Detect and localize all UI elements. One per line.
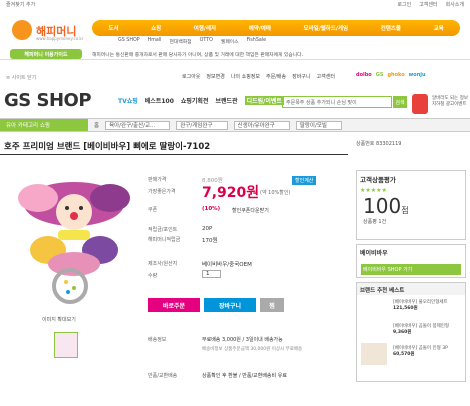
nav-contents[interactable]: 컨텐츠몰 — [381, 24, 401, 32]
brand-dolbo[interactable]: dolbo — [356, 72, 372, 78]
tab-event[interactable]: 디드림/이벤트 — [244, 96, 284, 105]
calc-button[interactable]: 할인계산 — [292, 176, 317, 185]
add-cart-button[interactable]: 장바구니 — [204, 298, 256, 312]
brand-shop-link[interactable]: 베이비바우 SHOP 가기 — [361, 264, 461, 275]
best-item-3-image[interactable] — [361, 343, 387, 365]
shopping-subnav: GS SHOP Hmall 현대백화점 OTTO 웰페이스 FishSale — [118, 38, 266, 45]
notice-message: 해피머니는 통신판매 중개자로서 판매 당사자가 아니며, 상품 및 거래에 대… — [92, 53, 304, 58]
brand-logos: dolbo GS ghoko wonju — [356, 72, 426, 78]
breadcrumb-select-1[interactable]: 육아/완구/출산/교... — [105, 121, 171, 130]
category-label[interactable]: 유아 카테고리 쇼핑 — [0, 119, 88, 131]
nav-books[interactable]: 도서 — [108, 24, 118, 32]
nav-education[interactable]: 교육 — [434, 24, 444, 32]
tab-planning[interactable]: 쇼핑기획전 — [181, 96, 209, 105]
top-links: 로그인 고객센터 회사소개 — [397, 1, 464, 8]
best-item-3[interactable]: [베이비바우] 곰돌이 인형 3P 60,570원 — [393, 345, 463, 357]
gs-header: GS SHOP TV쇼핑 베스트100 쇼핑기획전 브랜드관 디드림/이벤트 주… — [0, 84, 470, 114]
company-link[interactable]: 회사소개 — [446, 1, 464, 8]
rating-score: 100 — [363, 194, 402, 218]
coupon-download-link[interactable]: 할인쿠폰다운받기 — [232, 207, 269, 214]
breadcrumb-select-4[interactable]: 딸랑이/모빌 — [295, 121, 342, 130]
close-site-link[interactable]: ≡ 사이트 닫기 — [6, 74, 36, 81]
subnav-hmall[interactable]: Hmall — [148, 38, 162, 45]
add-favorite-link[interactable]: 즐겨찾기 추가 — [6, 1, 35, 8]
side-ad-banner[interactable]: 알바라도 되는 정보 지하철 광고이벤트 — [412, 92, 468, 118]
my-shopping-link[interactable]: 나의 쇼핑정보 — [231, 73, 260, 80]
rating-stars-icon: ★★★★★ — [360, 187, 387, 194]
coupon-rate: (10%) — [202, 206, 221, 212]
subnav-wellface[interactable]: 웰페이스 — [221, 38, 239, 45]
happymoney-logo[interactable]: 해피머니 www.happymoney.co.kr — [12, 20, 83, 42]
tab-best100[interactable]: 베스트100 — [145, 96, 174, 105]
review-link[interactable]: 상품평 1건 — [357, 218, 465, 225]
discount-rate: (약 10%할인) — [260, 190, 291, 196]
rating-box: 고객상품평가 ★★★★★ 100점 상품평 1건 — [356, 170, 466, 240]
buy-now-button[interactable]: 바로주문 — [148, 298, 200, 312]
brand-ghoko[interactable]: ghoko — [387, 72, 404, 78]
point-value: 20P — [202, 226, 213, 232]
search-button[interactable]: 검색 — [393, 96, 407, 108]
sale-price: 7,920원 — [202, 185, 260, 201]
product-image[interactable] — [8, 164, 140, 312]
search-input[interactable]: 주문폭주 상품 추가되니 손님 맞이 — [282, 96, 392, 108]
gs-util-links: 로그아웃 정보변경 나의 쇼핑정보 주문/배송 장바구니 고객센터 — [182, 73, 335, 80]
brand-wonju[interactable]: wonju — [409, 72, 426, 78]
product-number: 상품번호 83302119 — [356, 141, 402, 147]
breadcrumb: 홈 육아/완구/출산/교... 완구/게임완구 신생아/유아완구 딸랑이/모빌 — [94, 121, 342, 130]
divider — [0, 154, 348, 155]
tab-brand[interactable]: 브랜드관 — [215, 96, 237, 105]
product-thumbnail[interactable] — [54, 332, 78, 358]
nav-reservation[interactable]: 예약/예매 — [249, 24, 271, 32]
brand-gs[interactable]: GS — [376, 72, 384, 78]
customer-center-link[interactable]: 고객센터 — [419, 1, 437, 8]
best-item-2[interactable]: [베이비바우] 곰돌이 봉제인형 9,360원 — [393, 323, 463, 335]
site-topbar: 즐겨찾기 추가 로그인 고객센터 회사소개 — [0, 0, 470, 8]
gs-utility-bar: ≡ 사이트 닫기 로그아웃 정보변경 나의 쇼핑정보 주문/배송 장바구니 고객… — [0, 72, 470, 82]
login-link[interactable]: 로그인 — [397, 1, 411, 8]
nav-travel[interactable]: 여행/레저 — [194, 24, 216, 32]
subnav-hyundai[interactable]: 현대백화점 — [170, 38, 192, 45]
happymoney-header: 해피머니 www.happymoney.co.kr 도서 쇼핑 여행/레저 예약… — [0, 8, 470, 46]
happymoney-nav: 도서 쇼핑 여행/레저 예약/예매 모바일/웹하드/게임 컨텐츠몰 교육 — [92, 20, 460, 36]
subnav-gsshop[interactable]: GS SHOP — [118, 38, 140, 45]
nav-shopping[interactable]: 쇼핑 — [151, 24, 161, 32]
logo-emblem-icon — [12, 20, 32, 40]
gs-tabs: TV쇼핑 베스트100 쇼핑기획전 브랜드관 디드림/이벤트 — [118, 96, 284, 105]
product-title: 호주 프리미엄 브랜드 [베이비바우] 삐에로 딸랑이-7102 — [4, 142, 211, 152]
best-box: 브랜드 추천 베스트 [베이비바우] 물오리인형세트 121,560원 [베이비바… — [356, 282, 466, 382]
wishlist-button[interactable]: 찜 — [260, 298, 284, 312]
guide-button[interactable]: 해피머니 이용가이드 — [10, 49, 82, 59]
zoom-image-link[interactable]: 이미지 확대보기 — [42, 316, 76, 323]
breadcrumb-select-2[interactable]: 완구/게임완구 — [176, 121, 228, 130]
gs-shop-logo[interactable]: GS SHOP — [4, 90, 92, 111]
cs-link[interactable]: 고객센터 — [317, 73, 335, 80]
gift-value: 170원 — [202, 238, 218, 244]
order-delivery-link[interactable]: 주문/배송 — [266, 73, 286, 80]
nav-mobile[interactable]: 모바일/웹하드/게임 — [304, 24, 349, 32]
edit-info-link[interactable]: 정보변경 — [206, 73, 224, 80]
shipping-detail: 배송비정보 상품주문금액 30,000원 이상시 무료배송 — [202, 347, 303, 352]
return-info: 상품확인 후 환불 / 반품/교환배송비 유료 — [202, 373, 287, 379]
notice-bar: 해피머니 이용가이드 해피머니는 통신판매 중개자로서 판매 당사자가 아니며,… — [0, 48, 470, 60]
shipping-info: 무료배송 3,000원 / 3일이내 배송가능 — [202, 337, 283, 343]
cart-link[interactable]: 장바구니 — [292, 73, 310, 80]
subnav-fishsale[interactable]: FishSale — [247, 38, 267, 45]
brand-box: 베이비바우 베이비바우 SHOP 가기 — [356, 244, 466, 278]
subnav-otto[interactable]: OTTO — [200, 38, 213, 45]
category-bar: 유아 카테고리 쇼핑 홈 육아/완구/출산/교... 완구/게임완구 신생아/유… — [0, 118, 470, 132]
breadcrumb-select-3[interactable]: 신생아/유아완구 — [233, 121, 290, 130]
breadcrumb-home[interactable]: 홈 — [94, 121, 99, 130]
maker-value: 베이비바우/중국OEM — [202, 262, 252, 268]
best-item-1[interactable]: [베이비바우] 물오리인형세트 121,560원 — [393, 299, 463, 311]
tab-tv-shopping[interactable]: TV쇼핑 — [118, 96, 138, 105]
right-sidebar: 고객상품평가 ★★★★★ 100점 상품평 1건 베이비바우 베이비바우 SHO… — [356, 148, 466, 398]
map-pin-icon — [412, 94, 428, 114]
quantity-select[interactable]: 1 — [202, 270, 221, 278]
logout-link[interactable]: 로그아웃 — [182, 73, 200, 80]
